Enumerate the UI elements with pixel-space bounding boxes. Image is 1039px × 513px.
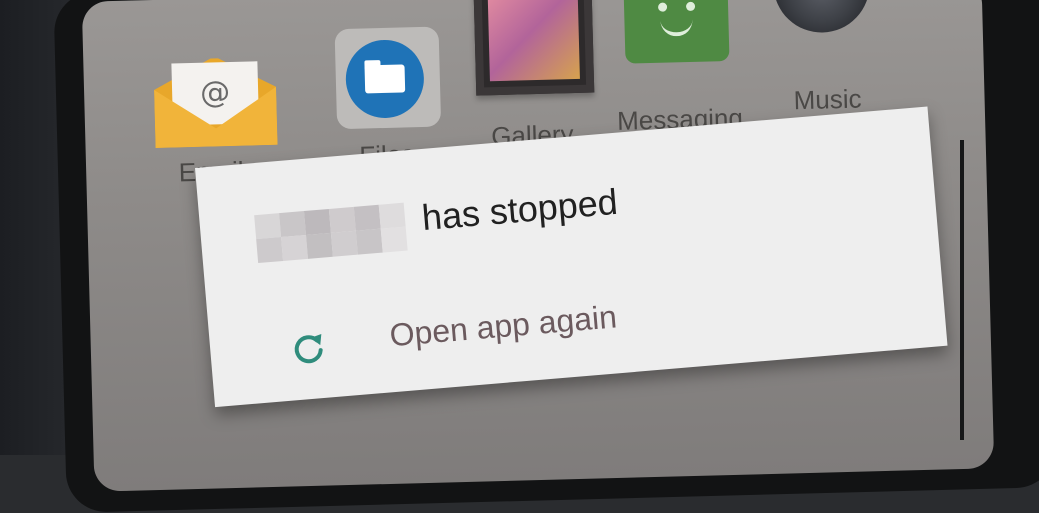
gallery-icon xyxy=(473,0,595,96)
files-icon xyxy=(334,26,442,130)
messaging-icon xyxy=(623,0,730,64)
email-icon: @ xyxy=(154,56,278,148)
open-app-again-label: Open app again xyxy=(388,298,619,354)
dialog-title: has stopped xyxy=(420,180,620,239)
refresh-icon xyxy=(294,334,323,364)
phone-edge-shadow xyxy=(960,140,964,440)
redacted-app-name xyxy=(254,202,408,264)
music-icon xyxy=(772,0,871,34)
svg-text:@: @ xyxy=(200,75,231,111)
